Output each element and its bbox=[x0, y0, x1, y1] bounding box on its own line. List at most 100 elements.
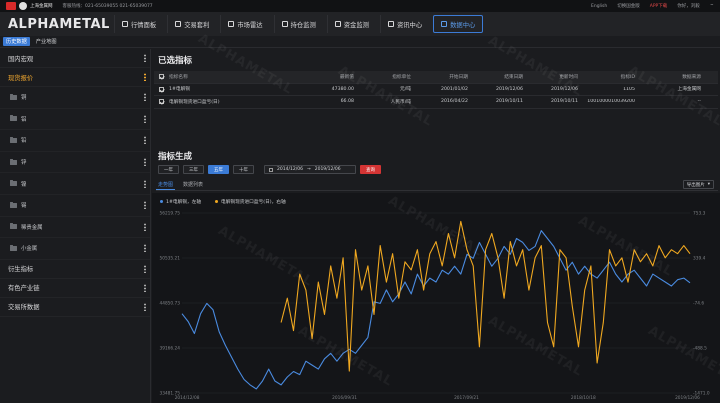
more-icon[interactable] bbox=[144, 222, 146, 231]
sidebar-item-lead[interactable]: 铅 bbox=[0, 130, 150, 152]
sidebar-cat-spot-price[interactable]: 现货报价 bbox=[0, 68, 150, 87]
data-icon bbox=[441, 21, 448, 27]
nav-market-radar[interactable]: 市场雷达 bbox=[220, 15, 269, 33]
x-tick-label: 2018/10/18 bbox=[571, 395, 596, 401]
sidebar-item-precious-metals[interactable]: 稀贵金属 bbox=[0, 217, 150, 239]
more-icon[interactable] bbox=[144, 179, 146, 188]
range-10y-button[interactable]: 十年 bbox=[233, 165, 254, 174]
alphametal-logo[interactable]: ALPHAMETAL bbox=[8, 17, 114, 32]
tab-data-list[interactable]: 数据列表 bbox=[181, 181, 205, 190]
selected-title: 已选指标 bbox=[158, 56, 193, 66]
y-left-tick-label: 39166.24 bbox=[159, 346, 180, 352]
table-row[interactable]: 1#电解铜 47380.00 元/吨 2001/01/02 2019/12/06… bbox=[154, 84, 718, 96]
tab-chart[interactable]: 走势图 bbox=[156, 181, 176, 190]
folder-icon bbox=[10, 136, 17, 143]
more-icon[interactable] bbox=[144, 302, 146, 311]
more-icon[interactable] bbox=[144, 283, 146, 292]
calendar-icon bbox=[269, 167, 273, 172]
sidebar-item-nickel[interactable]: 镍 bbox=[0, 173, 150, 195]
sidebar-cat-domestic-macro[interactable]: 国内宏观 bbox=[0, 49, 150, 68]
range-3y-button[interactable]: 三年 bbox=[183, 165, 204, 174]
selected-table: 指标名称 最新值 指标单位 开始日期 结束日期 更新时间 指标ID 数据来源 1… bbox=[154, 71, 718, 109]
y-right-tick-label: -488.5 bbox=[693, 346, 707, 352]
lang-link[interactable]: English bbox=[591, 4, 607, 9]
nav-market-panel[interactable]: 行情面板 bbox=[114, 15, 163, 33]
folder-icon bbox=[10, 201, 17, 208]
x-tick-label: 2017/09/21 bbox=[454, 395, 479, 401]
nav-news-center[interactable]: 资讯中心 bbox=[379, 15, 429, 33]
range-controls: 一年 三年 五年 十年 2014/12/06 → 2019/12/06 查询 bbox=[158, 165, 381, 174]
table-row[interactable]: 电解铜现货进口盈亏(日) 66.08 人民币/吨 2016/04/22 2019… bbox=[154, 96, 718, 109]
more-icon[interactable] bbox=[144, 73, 146, 81]
more-icon[interactable] bbox=[144, 158, 146, 167]
folder-icon bbox=[10, 158, 17, 165]
x-tick-label: 2016/09/31 bbox=[332, 395, 357, 401]
main-content: 已选指标 指标名称 最新值 指标单位 开始日期 结束日期 更新时间 指标ID 数… bbox=[152, 31, 720, 403]
folder-icon bbox=[10, 115, 17, 122]
x-tick-label: 2019/12/06 bbox=[675, 395, 700, 401]
y-left-tick-label: 50535.21 bbox=[159, 256, 180, 262]
more-icon[interactable] bbox=[144, 201, 146, 210]
sidebar-cat-nonferrous-chain[interactable]: 有色产业链 bbox=[0, 279, 150, 298]
folder-icon bbox=[10, 223, 17, 230]
tab-history-data[interactable]: 历史数据 bbox=[3, 37, 30, 46]
brand-name: 上海金属网 bbox=[30, 4, 53, 9]
y-right-tick-label: 753.3 bbox=[693, 211, 706, 217]
date-range-picker[interactable]: 2014/12/06 → 2019/12/06 bbox=[264, 165, 356, 174]
export-image-button[interactable]: 导出图片 ▾ bbox=[682, 180, 714, 189]
y-left-tick-label: 44850.73 bbox=[159, 301, 180, 307]
more-icon[interactable] bbox=[144, 54, 146, 62]
smm-logo-icon bbox=[19, 2, 27, 10]
wifi-icon: ⌔ bbox=[709, 4, 714, 9]
y-right-tick-label: 339.4 bbox=[693, 256, 706, 262]
sub-tabs: 历史数据 产业地图 bbox=[0, 36, 720, 48]
range-5y-button[interactable]: 五年 bbox=[208, 165, 229, 174]
sidebar-item-aluminum[interactable]: 铝 bbox=[0, 109, 150, 131]
folder-icon bbox=[10, 180, 17, 187]
panel-icon bbox=[122, 21, 128, 27]
top-info-bar: 上海金属网 客服热线：021-65039055 021-65039077 Eng… bbox=[0, 0, 720, 12]
hotline: 客服热线：021-65039055 021-65039077 bbox=[62, 4, 153, 9]
news-icon bbox=[387, 21, 394, 27]
x-tick-label: 2014/12/08 bbox=[175, 395, 200, 401]
range-1y-button[interactable]: 一年 bbox=[158, 165, 179, 174]
radar-icon bbox=[228, 21, 235, 27]
app-download-link[interactable]: APP下载 bbox=[650, 3, 668, 9]
select-all-checkbox[interactable] bbox=[159, 74, 164, 80]
sidebar-cat-derived-indicators[interactable]: 衍生指标 bbox=[0, 260, 150, 279]
series-line-import-pnl bbox=[280, 220, 691, 372]
sidebar-cat-exchange-data[interactable]: 交易所数据 bbox=[0, 298, 150, 317]
fund-icon bbox=[334, 21, 341, 27]
more-icon[interactable] bbox=[144, 114, 146, 123]
trend-chart: 1#电解铜，左轴 电解铜现货进口盈亏(日)，右轴 56219.75 50535.2… bbox=[152, 193, 720, 403]
series-line-copper bbox=[181, 230, 691, 390]
main-nav: ALPHAMETAL 行情面板 交易套利 市场雷达 持仓监测 资金监测 资讯中心… bbox=[0, 12, 720, 36]
y-left-tick-label: 56219.75 bbox=[159, 211, 180, 217]
sidebar-item-minor-metals[interactable]: 小金属 bbox=[0, 238, 150, 260]
more-icon[interactable] bbox=[144, 244, 146, 253]
switch-site-link[interactable]: 切换国金版 bbox=[617, 3, 640, 9]
query-button[interactable]: 查询 bbox=[360, 165, 381, 174]
sidebar: 国内宏观 现货报价 铜 铝 铅 锌 镍 锡 稀贵金属 小金属 衍生指标 有色产业… bbox=[0, 49, 151, 403]
sidebar-item-tin[interactable]: 锡 bbox=[0, 195, 150, 217]
nav-position-monitor[interactable]: 持仓监测 bbox=[273, 15, 323, 33]
sidebar-item-copper[interactable]: 铜 bbox=[0, 87, 150, 109]
tab-industry-map[interactable]: 产业地图 bbox=[33, 37, 60, 46]
y-right-tick-label: -74.6 bbox=[693, 301, 704, 307]
nav-data-center[interactable]: 数据中心 bbox=[433, 15, 484, 33]
nav-trade-arbitrage[interactable]: 交易套利 bbox=[167, 15, 216, 33]
sidebar-item-zinc[interactable]: 锌 bbox=[0, 152, 150, 174]
row-checkbox[interactable] bbox=[159, 99, 164, 105]
more-icon[interactable] bbox=[144, 264, 146, 273]
guojin-logo-icon bbox=[6, 2, 16, 10]
more-icon[interactable] bbox=[144, 136, 146, 145]
arbitrage-icon bbox=[175, 21, 182, 27]
chevron-down-icon: ▾ bbox=[707, 182, 710, 187]
chart-tabs: 走势图 数据列表 bbox=[156, 181, 718, 191]
row-checkbox[interactable] bbox=[159, 86, 164, 92]
generate-title: 指标生成 bbox=[158, 152, 193, 162]
nav-fund-monitor[interactable]: 资金监测 bbox=[326, 15, 376, 33]
chart-svg: 56219.7550535.2144850.7339166.2433481.75… bbox=[159, 211, 709, 402]
more-icon[interactable] bbox=[144, 93, 146, 102]
user-menu[interactable]: 你好，刘毅 bbox=[677, 3, 700, 9]
